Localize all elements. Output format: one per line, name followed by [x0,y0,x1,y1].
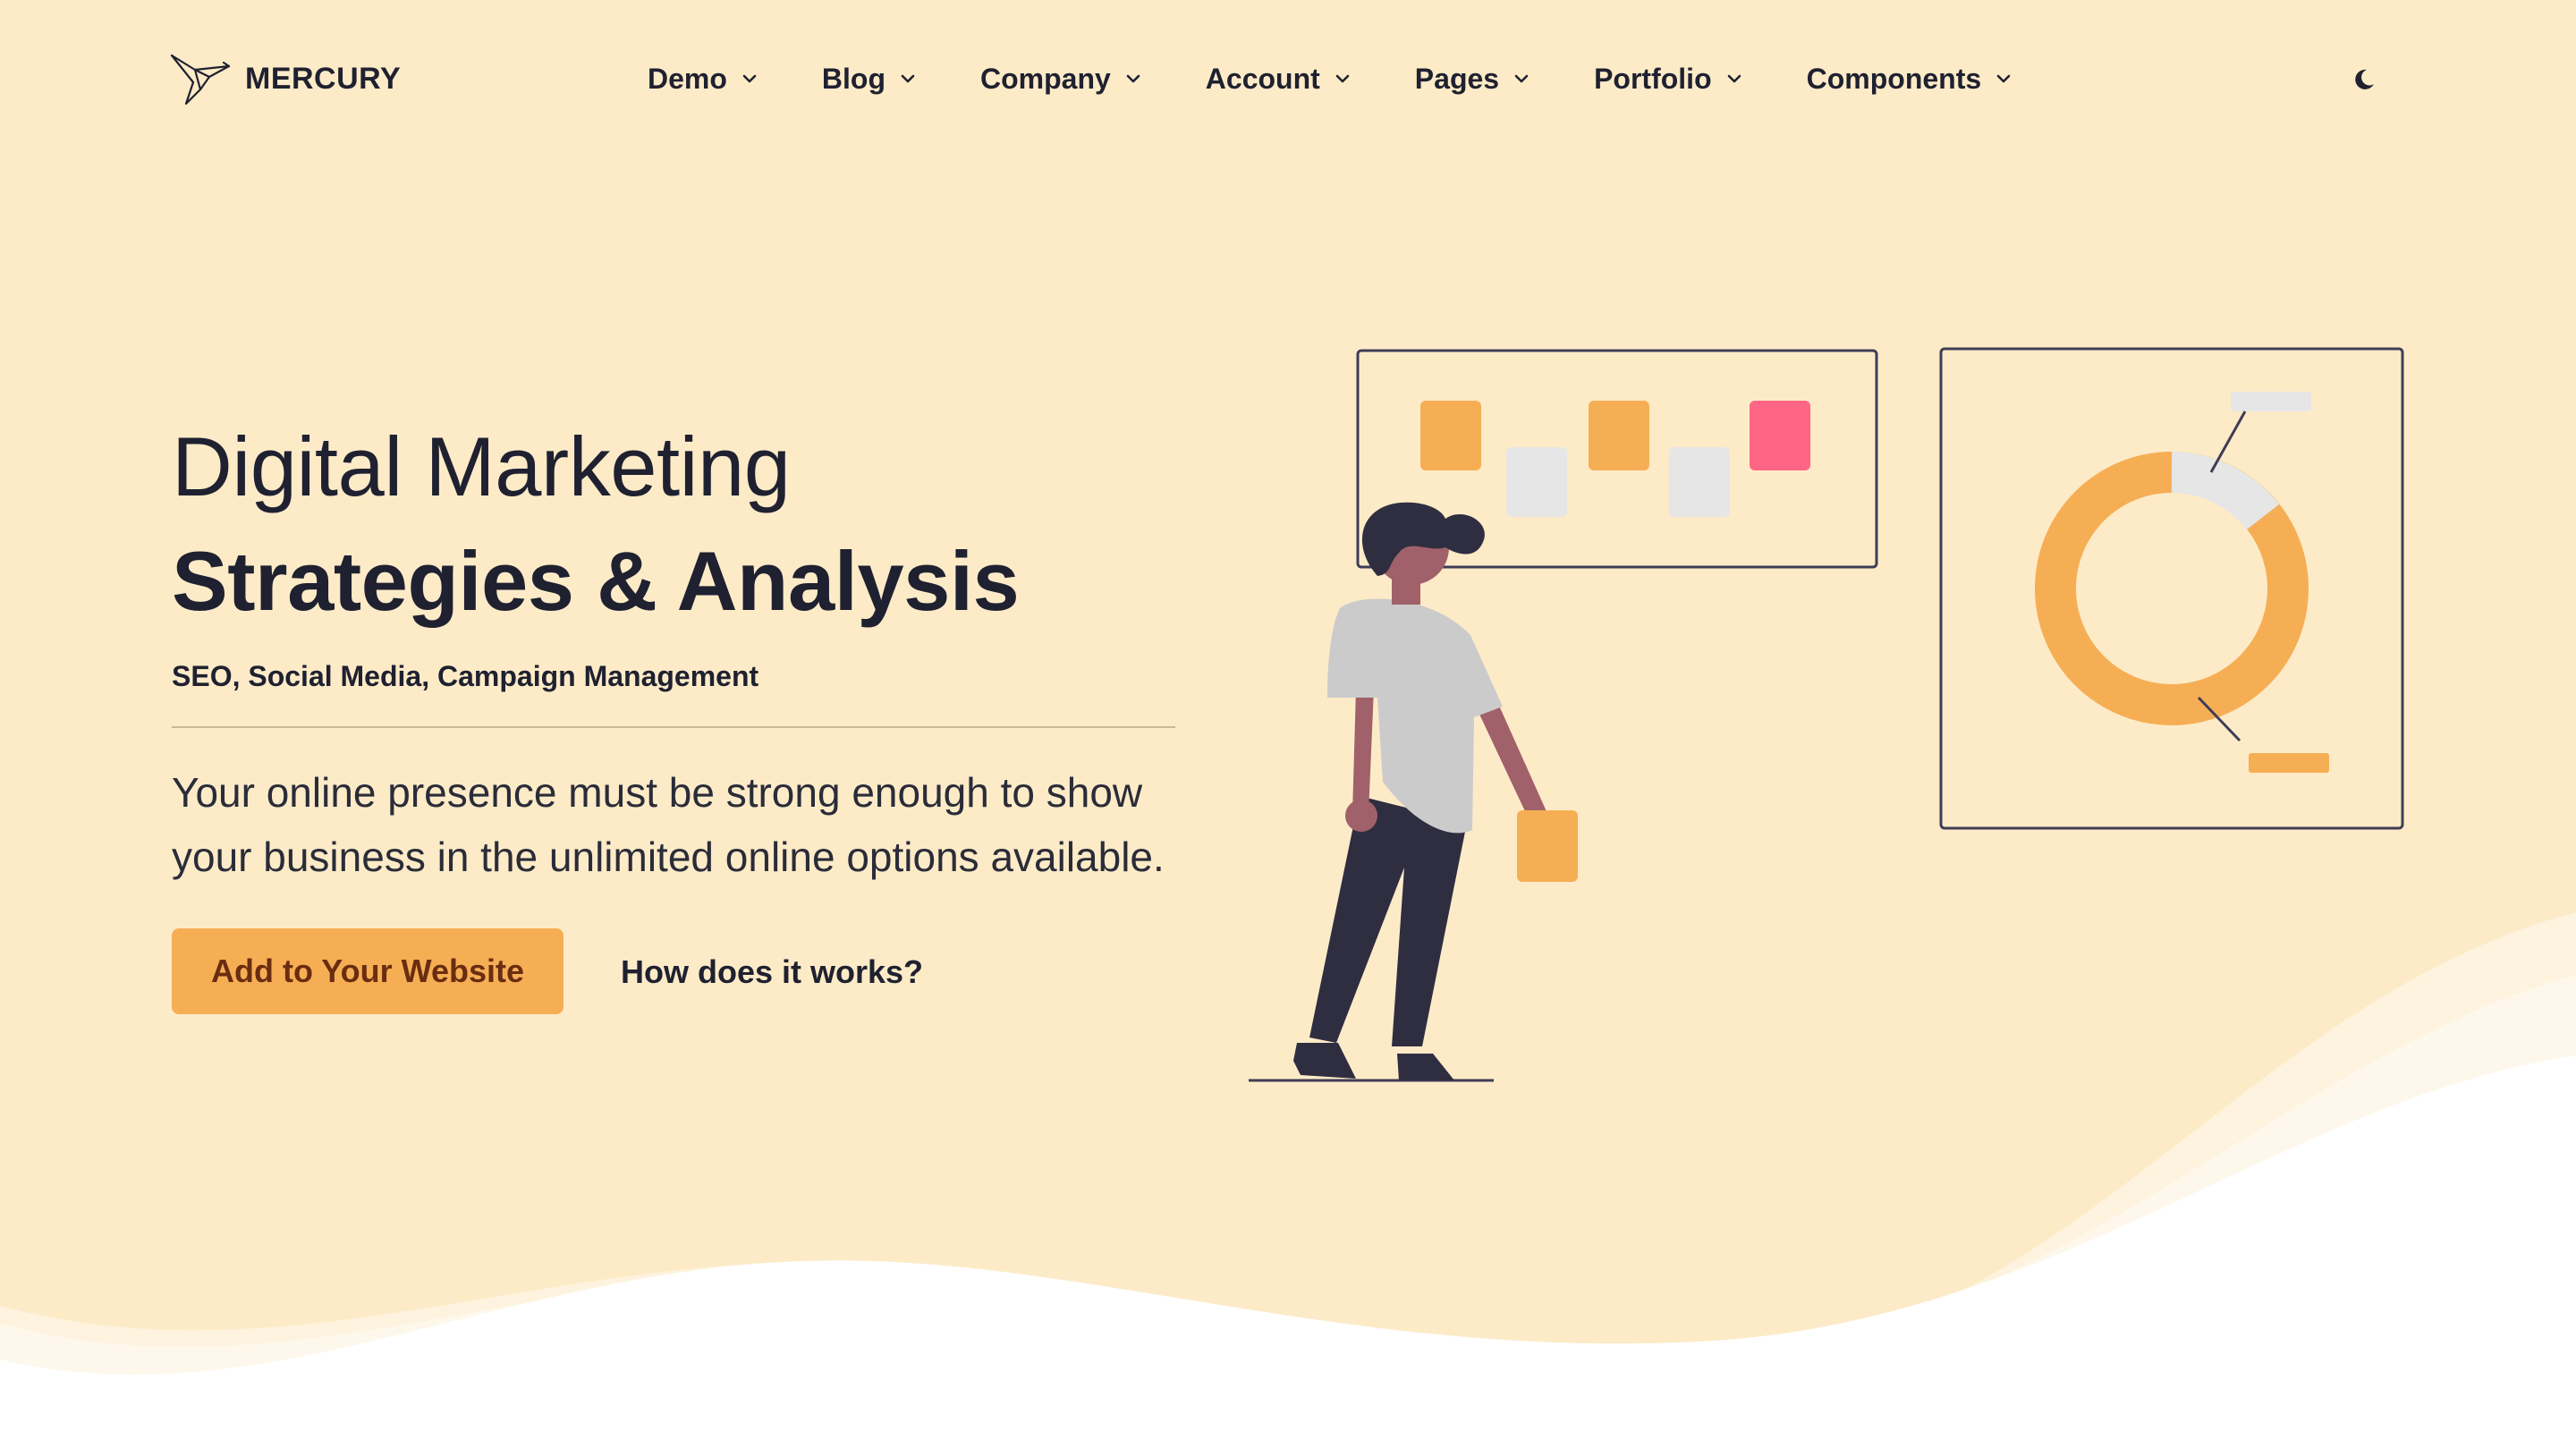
donut-chart-panel [1939,347,2404,830]
nav-item-label: Account [1205,62,1320,95]
brand-name: MERCURY [245,61,402,96]
chevron-down-icon [901,74,915,83]
nav-item-demo[interactable]: Demo [648,63,759,96]
chevron-down-icon [1514,74,1529,83]
nav-item-company[interactable]: Company [980,63,1143,96]
nav-item-pages[interactable]: Pages [1415,63,1531,96]
navbar: MERCURY Demo Blog Company Account Pages … [0,0,2576,157]
main-nav: Demo Blog Company Account Pages Portfoli… [648,54,2076,104]
nav-item-label: Pages [1414,62,1500,95]
nav-item-label: Company [980,62,1111,95]
nav-item-label: Components [1806,62,1982,95]
nav-item-portfolio[interactable]: Portfolio [1594,63,1744,96]
hero-title-light: Digital Marketing [172,419,791,513]
chevron-down-icon [1335,74,1350,83]
nav-item-account[interactable]: Account [1206,63,1352,96]
bird-icon [170,54,231,106]
nav-item-blog[interactable]: Blog [822,63,918,96]
nav-item-label: Demo [648,62,727,95]
chevron-down-icon [742,74,757,83]
add-to-website-button[interactable]: Add to Your Website [172,928,564,1014]
nav-item-label: Blog [821,62,886,95]
chevron-down-icon [1996,74,2011,83]
nav-item-components[interactable]: Components [1807,63,2014,96]
chevron-down-icon [1727,74,1741,83]
how-it-works-link[interactable]: How does it works? [621,950,923,995]
hero-illustration [1249,347,2404,1082]
chevron-down-icon [1126,74,1140,83]
nav-item-label: Portfolio [1594,62,1712,95]
brand-logo-link[interactable]: MERCURY [170,50,401,107]
person-figure [1249,502,1578,1082]
hero-subtitle: SEO, Social Media, Campaign Management [172,660,759,692]
hero-description: Your online presence must be strong enou… [172,769,1165,880]
hero-title-bold: Strategies & Analysis [172,534,1020,628]
moon-icon[interactable] [2349,64,2379,95]
hero-divider [172,726,1175,728]
